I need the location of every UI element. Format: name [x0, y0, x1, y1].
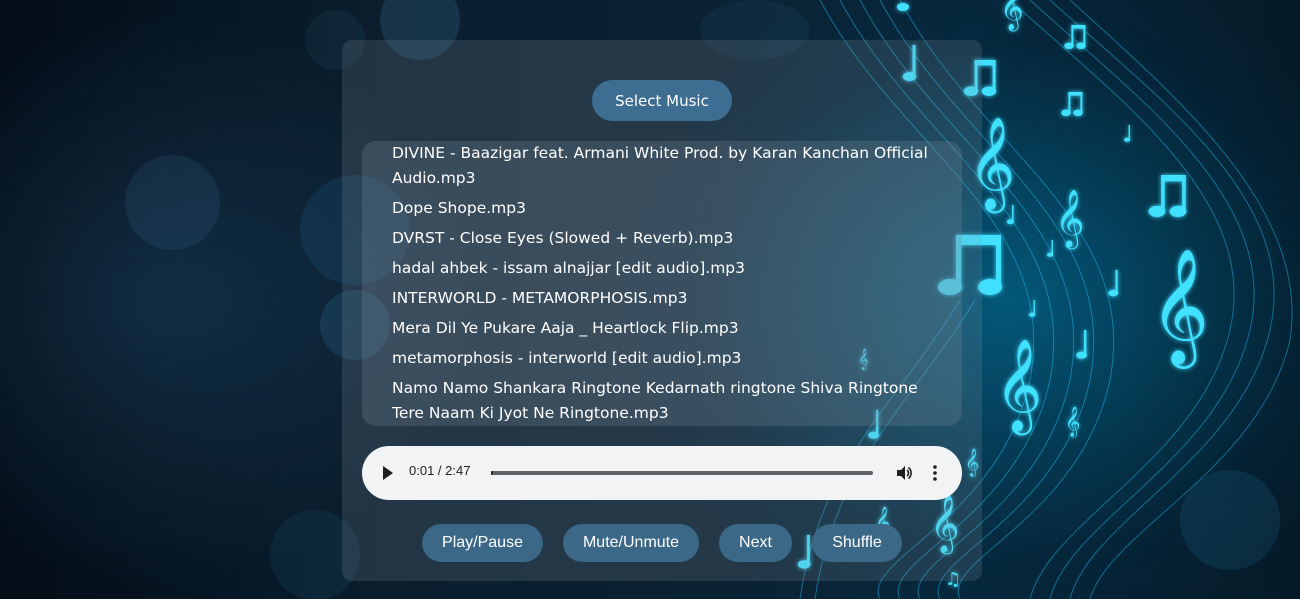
svg-text:𝄞: 𝄞 [995, 338, 1042, 435]
svg-text:𝄞: 𝄞 [1065, 406, 1080, 438]
bokeh-circle [125, 155, 220, 250]
track-item[interactable]: metamorphosis - interworld [edit audio].… [392, 346, 952, 376]
svg-text:𝄞: 𝄞 [1000, 0, 1024, 32]
seek-progress [491, 471, 494, 475]
track-item[interactable]: DVRST - Close Eyes (Slowed + Reverb).mp3 [392, 226, 952, 256]
play-icon[interactable] [383, 466, 393, 480]
seek-bar[interactable] [491, 471, 873, 475]
track-item[interactable]: INTERWORLD - METAMORPHOSIS.mp3 [392, 286, 952, 316]
track-item[interactable]: Mera Dil Ye Pukare Aaja _ Heartlock Flip… [392, 316, 952, 346]
track-item[interactable]: Dope Shope.mp3 [392, 196, 952, 226]
play-pause-button[interactable]: Play/Pause [422, 524, 543, 562]
playlist[interactable]: DIVINE - Baazigar feat. Armani White Pro… [362, 141, 962, 426]
svg-text:𝄞: 𝄞 [1150, 247, 1209, 369]
select-music-button[interactable]: Select Music [592, 80, 732, 121]
audio-player: 0:01 / 2:47 [362, 446, 962, 500]
track-item[interactable]: Namo Namo Shankara Ringtone Kedarnath ri… [392, 376, 952, 426]
shuffle-button[interactable]: Shuffle [812, 524, 902, 562]
time-display: 0:01 / 2:47 [409, 463, 471, 478]
track-list: DIVINE - Baazigar feat. Armani White Pro… [362, 141, 962, 426]
svg-text:𝄞: 𝄞 [1055, 189, 1085, 250]
track-item[interactable]: hadal ahbek - issam alnajjar [edit audio… [392, 256, 952, 286]
bokeh-circle [1180, 470, 1280, 570]
track-item[interactable]: DIVINE - Baazigar feat. Armani White Pro… [392, 141, 952, 196]
more-options-icon[interactable] [932, 464, 938, 482]
music-player-panel: Select Music DIVINE - Baazigar feat. Arm… [342, 40, 982, 581]
volume-icon[interactable] [895, 464, 913, 482]
next-button[interactable]: Next [719, 524, 792, 562]
mute-unmute-button[interactable]: Mute/Unmute [563, 524, 699, 562]
